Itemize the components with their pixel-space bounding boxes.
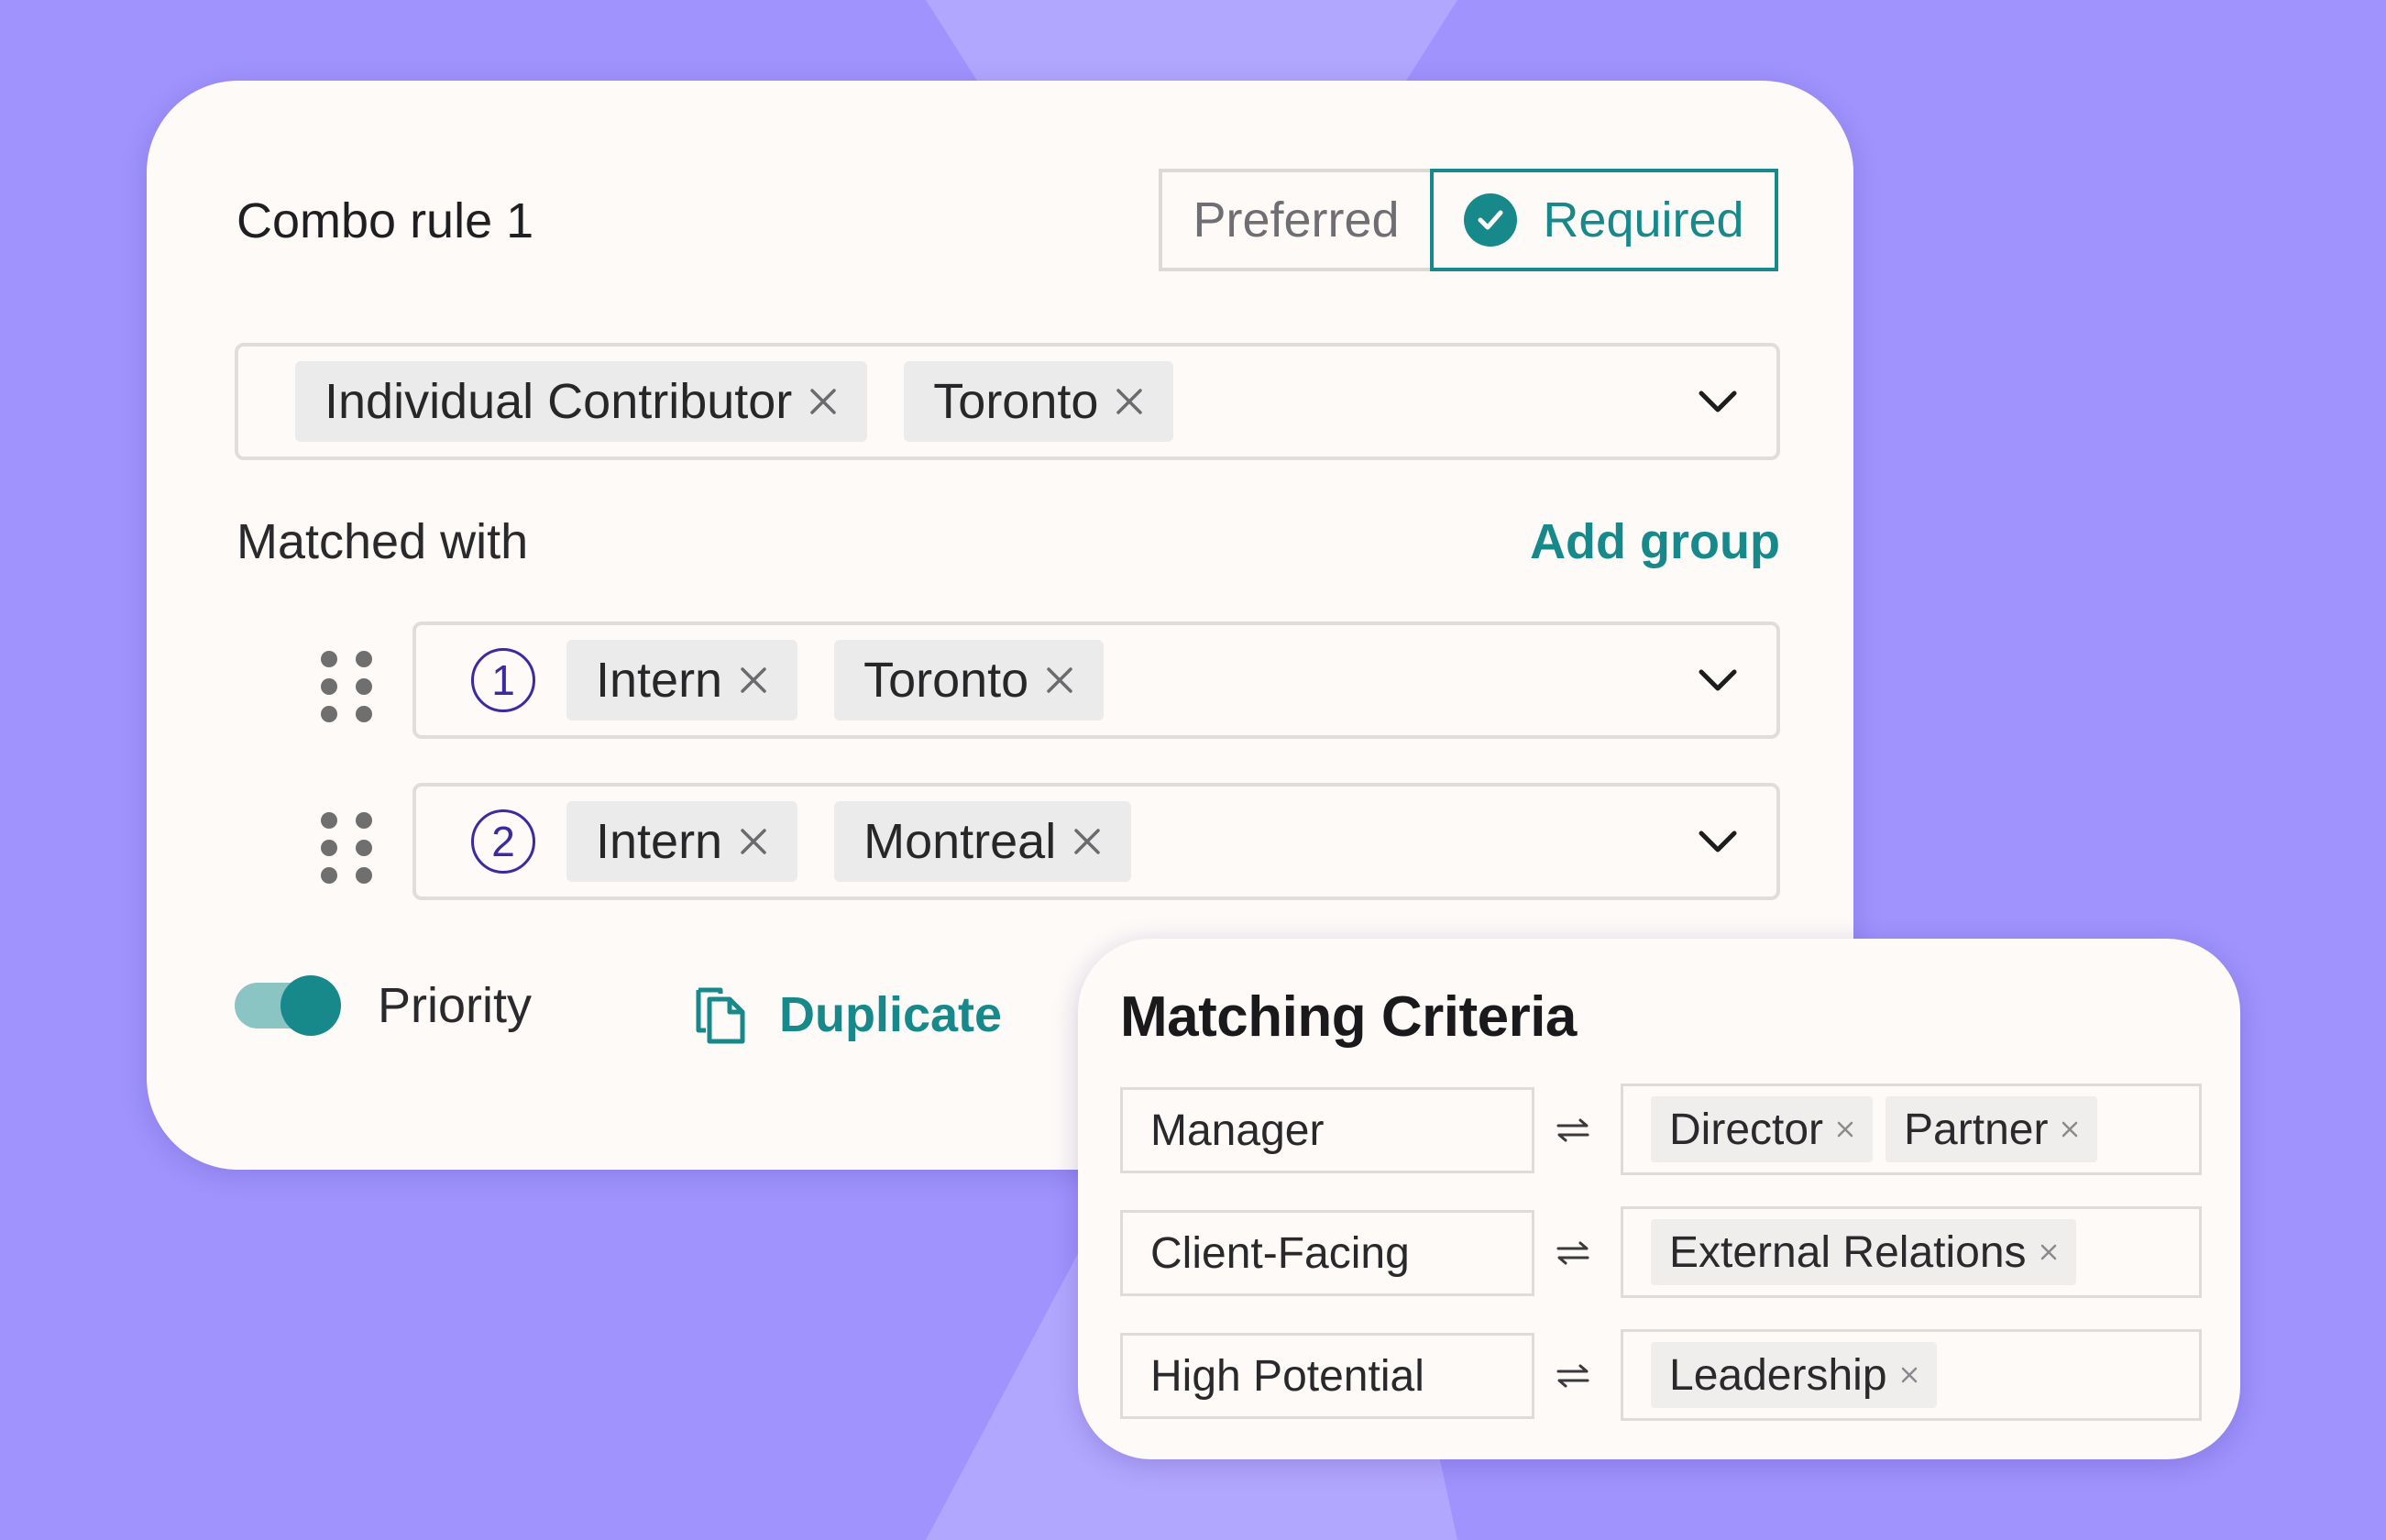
remove-tag-icon[interactable] [739,666,768,695]
preferred-label: Preferred [1193,192,1400,248]
required-label: Required [1543,192,1744,248]
toggle-knob [280,975,341,1036]
tag-label: Montreal [863,814,1057,869]
matched-with-label: Matched with [236,514,529,569]
criteria-source-label: Manager [1150,1106,1325,1155]
drag-handle-icon[interactable] [321,812,372,884]
tag-chip: Toronto [904,361,1174,442]
mode-segmented-control: Preferred Required [1159,169,1778,271]
tag-label: Toronto [863,653,1029,708]
tag-label: Toronto [933,374,1099,429]
criteria-source-label: High Potential [1150,1351,1424,1401]
matching-criteria-card: Matching Criteria Manager Director Partn… [1078,939,2240,1459]
remove-tag-icon[interactable] [1836,1120,1854,1138]
remove-tag-icon[interactable] [808,387,838,416]
group-select-2[interactable]: 2 Intern Montreal [412,783,1780,900]
tag-label: Individual Contributor [324,374,793,429]
priority-toggle[interactable] [235,975,341,1036]
criteria-target-field[interactable]: External Relations [1621,1206,2202,1298]
swap-arrows-icon [1555,1333,1591,1419]
tag-chip: Toronto [834,640,1105,720]
remove-tag-icon[interactable] [2061,1120,2079,1138]
remove-tag-icon[interactable] [2040,1243,2058,1261]
tag-label: Intern [596,814,723,869]
duplicate-label: Duplicate [779,987,1003,1042]
remove-tag-icon[interactable] [1045,666,1074,695]
criteria-source-field[interactable]: Client-Facing [1120,1210,1534,1296]
tag-chip: Intern [566,640,798,720]
chevron-down-icon[interactable] [1698,389,1738,414]
tag-chip: Leadership [1651,1342,1937,1408]
remove-tag-icon[interactable] [1115,387,1144,416]
combo-tags-select[interactable]: Individual Contributor Toronto [235,343,1780,460]
tag-label: Director [1669,1105,1824,1154]
priority-label: Priority [378,978,533,1033]
tag-chip: Partner [1886,1096,2098,1162]
criteria-source-label: Client-Facing [1150,1228,1410,1278]
criteria-target-field[interactable]: Leadership [1621,1329,2202,1421]
tag-chip: External Relations [1651,1219,2076,1285]
tag-chip: Individual Contributor [295,361,868,442]
chevron-down-icon[interactable] [1698,829,1738,854]
swap-arrows-icon [1555,1087,1591,1173]
tag-label: Partner [1904,1105,2049,1154]
tag-chip: Director [1651,1096,1874,1162]
chevron-down-icon[interactable] [1698,667,1738,693]
tag-label: Intern [596,653,723,708]
matching-criteria-title: Matching Criteria [1120,985,1577,1049]
remove-tag-icon[interactable] [739,827,768,856]
remove-tag-icon[interactable] [1900,1366,1919,1384]
rule-title: Combo rule 1 [236,193,534,248]
tag-chip: Montreal [834,801,1132,882]
copy-icon [693,984,748,1045]
group-select-1[interactable]: 1 Intern Toronto [412,622,1780,739]
criteria-source-field[interactable]: Manager [1120,1087,1534,1173]
remove-tag-icon[interactable] [1072,827,1102,856]
preferred-option[interactable]: Preferred [1159,169,1430,271]
group-number-badge: 2 [471,809,535,874]
add-group-link[interactable]: Add group [1530,510,1780,574]
check-circle-icon [1464,193,1518,247]
swap-arrows-icon [1555,1210,1591,1296]
tag-label: External Relations [1669,1227,2027,1277]
tag-chip: Intern [566,801,798,882]
criteria-source-field[interactable]: High Potential [1120,1333,1534,1419]
group-number-badge: 1 [471,648,535,712]
drag-handle-icon[interactable] [321,651,372,722]
required-option[interactable]: Required [1430,169,1778,271]
criteria-target-field[interactable]: Director Partner [1621,1084,2202,1175]
tag-label: Leadership [1669,1350,1887,1400]
duplicate-button[interactable]: Duplicate [693,983,1002,1047]
